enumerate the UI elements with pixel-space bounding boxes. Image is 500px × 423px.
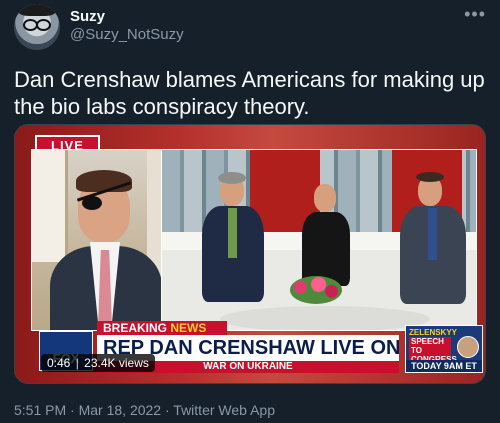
tweet-meta: 5:51 PM · Mar 18, 2022 · Twitter Web App (14, 402, 275, 418)
more-horizontal-icon[interactable]: ••• (464, 4, 486, 25)
author-handle[interactable]: @Suzy_NotSuzy (70, 26, 184, 43)
video-stats-badge: 0:46 | 23.4K views (41, 354, 155, 372)
elapsed-time: 0:46 (47, 356, 71, 370)
eyepatch (82, 196, 102, 210)
flower-arrangement (290, 276, 342, 304)
view-count: 23.4K views (84, 356, 149, 370)
promo-box: ZELENSKYY SPEECH TO CONGRESS TODAY 9AM E… (405, 325, 483, 373)
author-name[interactable]: Suzy (70, 8, 105, 25)
video-player[interactable]: LIVE FOX BREAKING NEWS (14, 124, 486, 384)
background-window (32, 150, 68, 262)
subline-prefix: WAR ON (203, 361, 245, 372)
subline-topic: UKRAINE (247, 361, 293, 372)
guest-pane (31, 149, 178, 331)
breaking-news-tag: BREAKING NEWS (97, 321, 227, 335)
promo-time: TODAY 9AM ET (406, 360, 482, 372)
badge-separator: | (75, 356, 79, 370)
tweet-time[interactable]: 5:51 PM (14, 402, 66, 418)
meta-separator: · (164, 402, 170, 418)
promo-name: ZELENSKYY (409, 328, 458, 337)
studio-pane (161, 149, 477, 331)
tweet-client[interactable]: Twitter Web App (173, 402, 275, 418)
news-label: NEWS (170, 321, 207, 335)
breaking-label: BREAKING (103, 321, 168, 335)
avatar-glasses (23, 19, 51, 31)
tweet-date[interactable]: Mar 18, 2022 (79, 402, 162, 418)
meta-separator: · (70, 402, 75, 418)
promo-portrait (457, 336, 479, 358)
avatar-hair (18, 4, 56, 16)
tweet-text: Dan Crenshaw blames Americans for making… (14, 67, 485, 119)
avatar[interactable] (14, 4, 60, 50)
